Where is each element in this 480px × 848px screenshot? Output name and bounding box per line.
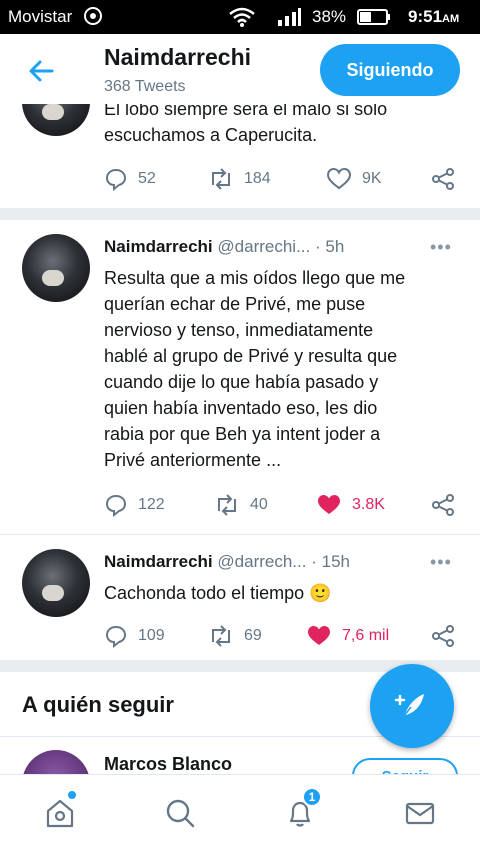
retweet-button[interactable]: 40 — [214, 491, 268, 519]
heart-filled-icon — [318, 495, 340, 514]
reply-count: 122 — [138, 496, 165, 513]
reply-button[interactable]: 122 — [104, 491, 165, 519]
signal-icon — [276, 7, 302, 32]
compose-feather-icon — [394, 694, 424, 717]
who-to-follow-title: A quién seguir — [22, 692, 174, 717]
mail-icon — [405, 802, 435, 825]
like-button[interactable]: 9K — [326, 165, 382, 193]
home-icon — [46, 799, 74, 828]
following-button[interactable]: Siguiendo — [320, 44, 460, 96]
author-handle: @darrechi... — [217, 237, 311, 256]
avatar[interactable] — [22, 104, 90, 136]
tweet-header: Naimdarrechi @darrech... · 15h — [104, 552, 350, 571]
more-options-icon[interactable]: ••• — [430, 552, 452, 573]
carrier-label: Movistar — [8, 7, 73, 26]
retweet-icon — [218, 494, 236, 516]
follow-button[interactable]: Seguir — [352, 758, 458, 774]
nav-messages[interactable] — [400, 793, 440, 833]
reply-count: 52 — [138, 170, 156, 187]
tweet[interactable]: El lobo siempre será el malo si solo esc… — [0, 104, 480, 204]
back-arrow-icon[interactable] — [26, 56, 56, 86]
share-icon — [432, 494, 454, 516]
reply-count: 109 — [138, 627, 165, 644]
reply-icon — [105, 625, 127, 648]
tweet-actions: 122 40 3.8K — [104, 491, 464, 519]
share-icon — [432, 625, 454, 647]
tweet[interactable]: Naimdarrechi @darrech... · 15h ••• Cacho… — [0, 535, 480, 655]
like-count: 9K — [362, 170, 382, 187]
compose-tweet-button[interactable] — [370, 664, 454, 748]
share-button[interactable] — [430, 491, 466, 519]
search-icon — [166, 799, 195, 828]
clock: 9:51AM — [408, 7, 460, 26]
avatar[interactable] — [22, 234, 90, 302]
tweet[interactable]: Naimdarrechi @darrechi... · 5h ••• Resul… — [0, 220, 480, 526]
tweet-age: 15h — [321, 552, 350, 571]
suggested-user-name[interactable]: Marcos Blanco — [104, 754, 232, 774]
wifi-icon — [228, 6, 256, 33]
battery-icon — [357, 9, 391, 30]
nav-notifications[interactable]: 1 — [280, 787, 322, 833]
reply-icon — [105, 168, 127, 191]
heart-icon — [326, 167, 352, 190]
like-button[interactable]: 7,6 mil — [306, 622, 389, 650]
share-icon — [432, 168, 454, 190]
retweet-icon — [212, 168, 230, 190]
tweet-text: Resulta que a mis oídos llego que me que… — [104, 268, 406, 470]
heart-filled-icon — [308, 626, 330, 645]
reply-button[interactable]: 52 — [104, 165, 156, 193]
profile-header: Naimdarrechi 368 Tweets Siguiendo — [0, 34, 480, 104]
tweet-age: 5h — [325, 237, 345, 256]
separator — [0, 208, 480, 220]
tweet-text: El lobo siempre será el malo si solo esc… — [104, 104, 388, 145]
like-count: 7,6 mil — [342, 627, 390, 644]
author-name[interactable]: Naimdarrechi — [104, 237, 213, 256]
tweet-header: Naimdarrechi @darrechi... · 5h — [104, 237, 345, 256]
share-button[interactable] — [430, 622, 466, 650]
retweet-count: 184 — [244, 170, 271, 187]
notifications-badge: 1 — [302, 787, 322, 807]
new-content-dot — [68, 791, 76, 799]
like-count: 3.8K — [352, 496, 385, 513]
tweet-actions: 109 69 7,6 mil — [104, 622, 464, 650]
tweet-text: Cachonda todo el tiempo 🙂 — [104, 583, 332, 603]
like-button[interactable]: 3.8K — [316, 491, 385, 519]
nav-search[interactable] — [160, 793, 200, 833]
battery-percent: 38% — [312, 7, 347, 26]
hotspot-icon — [82, 6, 104, 31]
reply-icon — [105, 494, 127, 517]
retweet-count: 69 — [244, 627, 262, 644]
retweet-icon — [212, 625, 230, 647]
share-button[interactable] — [430, 165, 466, 193]
tweet-actions: 52 184 9K — [104, 165, 464, 193]
tweet-count: 368 Tweets — [104, 78, 186, 95]
more-options-icon[interactable]: ••• — [430, 237, 452, 258]
bottom-navigation: 1 — [0, 774, 480, 848]
status-bar: Movistar 38% 9:51AM — [0, 0, 480, 34]
reply-button[interactable]: 109 — [104, 622, 165, 650]
author-handle: @darrech... — [217, 552, 307, 571]
nav-home[interactable] — [40, 791, 80, 833]
avatar[interactable] — [22, 549, 90, 617]
retweet-count: 40 — [250, 496, 268, 513]
retweet-button[interactable]: 69 — [208, 622, 262, 650]
profile-name: Naimdarrechi — [104, 44, 252, 70]
suggested-user-avatar[interactable] — [22, 750, 90, 774]
retweet-button[interactable]: 184 — [208, 165, 271, 193]
author-name[interactable]: Naimdarrechi — [104, 552, 213, 571]
